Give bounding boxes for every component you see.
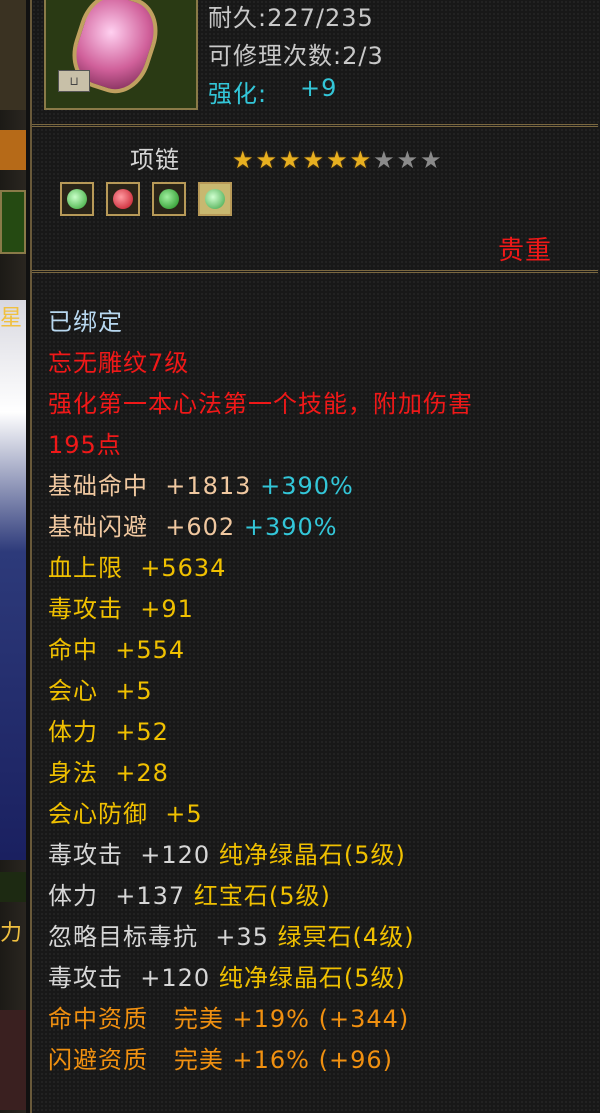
gem-socket-4 xyxy=(198,182,232,216)
stat-bonus: +390% xyxy=(260,472,354,500)
aptitude-label: 命中资质 xyxy=(48,1005,148,1033)
rarity-label: 贵重 xyxy=(498,236,553,266)
aptitude-bonus: (+96) xyxy=(318,1046,393,1074)
item-stats-section: 已绑定 忘无雕纹7级 强化第一本心法第一个技能，附加伤害 195点 基础命中 +… xyxy=(32,274,598,1113)
attr-value: +52 xyxy=(115,718,169,746)
star-filled-icon: ★ xyxy=(255,146,280,174)
left-slot-frame xyxy=(0,190,26,254)
gem-stat-value: +120 xyxy=(140,964,211,992)
enhance-label: 强化: xyxy=(208,80,268,108)
repair-count-text: 可修理次数:2/3 xyxy=(208,42,384,70)
gem-row: 忽略目标毒抗 +35 绿冥石(4级) xyxy=(48,917,415,952)
gem-socket-1 xyxy=(60,182,94,216)
gem-row: 毒攻击 +120 纯净绿晶石(5级) xyxy=(48,958,406,993)
aptitude-bonus: (+344) xyxy=(318,1005,410,1033)
star-filled-icon: ★ xyxy=(326,146,350,174)
attr-row: 体力 +52 xyxy=(48,712,169,747)
left-gem-icon xyxy=(0,872,26,902)
star-filled-icon: ★ xyxy=(232,146,256,174)
aptitude-row: 闪避资质 完美 +16% (+96) xyxy=(48,1040,393,1075)
attr-row: 会心防御 +5 xyxy=(48,794,203,829)
durability-text: 耐久:227/235 xyxy=(208,4,374,32)
gem-name: 纯净绿晶石(5级) xyxy=(218,964,406,992)
star-rating: ★★★★★★★★★ xyxy=(232,146,444,174)
attr-value: +5 xyxy=(165,800,203,828)
stat-label: 基础命中 xyxy=(48,472,148,500)
gem-stat-label: 忽略目标毒抗 xyxy=(48,923,198,951)
attr-value: +5 xyxy=(115,677,153,705)
aptitude-label: 闪避资质 xyxy=(48,1046,148,1074)
character-figure xyxy=(0,300,26,860)
aptitude-pct: +19% xyxy=(232,1005,310,1033)
aptitude-row: 命中资质 完美 +19% (+344) xyxy=(48,999,409,1034)
gem-stat-label: 毒攻击 xyxy=(48,841,123,869)
attr-label: 会心防御 xyxy=(48,800,148,828)
item-icon-frame: ⊔ xyxy=(44,0,198,110)
attr-label: 毒攻击 xyxy=(48,595,123,623)
star-filled-icon: ★ xyxy=(279,146,303,174)
stat-value: +1813 xyxy=(165,472,252,500)
gem-name: 红宝石(5级) xyxy=(193,882,331,910)
attr-row: 会心 +5 xyxy=(48,671,153,706)
attr-value: +91 xyxy=(140,595,194,623)
attr-row: 身法 +28 xyxy=(48,753,169,788)
gem-stat-value: +35 xyxy=(215,923,269,951)
item-header-section: ⊔ 耐久:227/235 可修理次数:2/3 强化: +9 xyxy=(32,0,598,127)
attr-label: 身法 xyxy=(48,759,98,787)
left-glyph-1: 星 xyxy=(0,306,23,331)
green-gem-icon xyxy=(205,189,225,209)
green-gem-icon xyxy=(67,189,87,209)
gem-socket-2 xyxy=(106,182,140,216)
star-empty-icon: ★ xyxy=(396,146,421,174)
left-frame-orange xyxy=(0,130,26,170)
aptitude-pct: +16% xyxy=(232,1046,310,1074)
left-frame-top xyxy=(0,0,26,110)
stat-row-base-dodge: 基础闪避 +602 +390% xyxy=(48,507,338,542)
gem-socket-3 xyxy=(152,182,186,216)
stat-bonus: +390% xyxy=(243,513,338,541)
gem-name: 纯净绿晶石(5级) xyxy=(218,841,406,869)
stat-row-base-hit: 基础命中 +1813 +390% xyxy=(48,466,354,501)
attr-label: 体力 xyxy=(48,718,98,746)
engraving-desc-line1: 强化第一本心法第一个技能，附加伤害 xyxy=(48,390,473,418)
attr-label: 会心 xyxy=(48,677,98,705)
engraving-desc-line2: 195点 xyxy=(48,431,122,459)
lock-icon: ⊔ xyxy=(58,70,90,92)
attr-row: 血上限 +5634 xyxy=(48,548,226,583)
engraving-name: 忘无雕纹7级 xyxy=(48,349,190,377)
aptitude-grade: 完美 xyxy=(173,1005,224,1033)
gem-stat-label: 毒攻击 xyxy=(48,964,123,992)
item-type: 项链 xyxy=(130,146,180,174)
attr-row: 毒攻击 +91 xyxy=(48,589,194,624)
aptitude-grade: 完美 xyxy=(173,1046,224,1074)
attr-label: 血上限 xyxy=(48,554,123,582)
stat-value: +602 xyxy=(165,513,236,541)
bound-status: 已绑定 xyxy=(48,308,123,336)
attr-value: +554 xyxy=(115,636,186,664)
gem-stat-label: 体力 xyxy=(48,882,98,910)
star-empty-icon: ★ xyxy=(420,146,444,174)
star-filled-icon: ★ xyxy=(349,146,374,174)
attr-value: +28 xyxy=(115,759,169,787)
star-filled-icon: ★ xyxy=(302,146,327,174)
attr-value: +5634 xyxy=(140,554,227,582)
attr-label: 命中 xyxy=(48,636,98,664)
enhance-value: +9 xyxy=(300,74,338,102)
gem-stat-value: +137 xyxy=(115,882,186,910)
gem-name: 绿冥石(4级) xyxy=(277,923,415,951)
left-background-strip: 星 力 xyxy=(0,0,26,1113)
item-tooltip-panel: ⊔ 耐久:227/235 可修理次数:2/3 强化: +9 项链 贵重 已绑定 … xyxy=(30,0,600,1113)
stat-label: 基础闪避 xyxy=(48,513,148,541)
gem-row: 毒攻击 +120 纯净绿晶石(5级) xyxy=(48,835,406,870)
attr-row: 命中 +554 xyxy=(48,630,185,665)
left-frame-bottom xyxy=(0,1010,26,1110)
star-empty-icon: ★ xyxy=(373,146,397,174)
green-gem-icon xyxy=(159,189,179,209)
left-glyph-2: 力 xyxy=(0,921,23,946)
gem-row: 体力 +137 红宝石(5级) xyxy=(48,876,331,911)
gem-stat-value: +120 xyxy=(140,841,211,869)
red-gem-icon xyxy=(113,189,133,209)
